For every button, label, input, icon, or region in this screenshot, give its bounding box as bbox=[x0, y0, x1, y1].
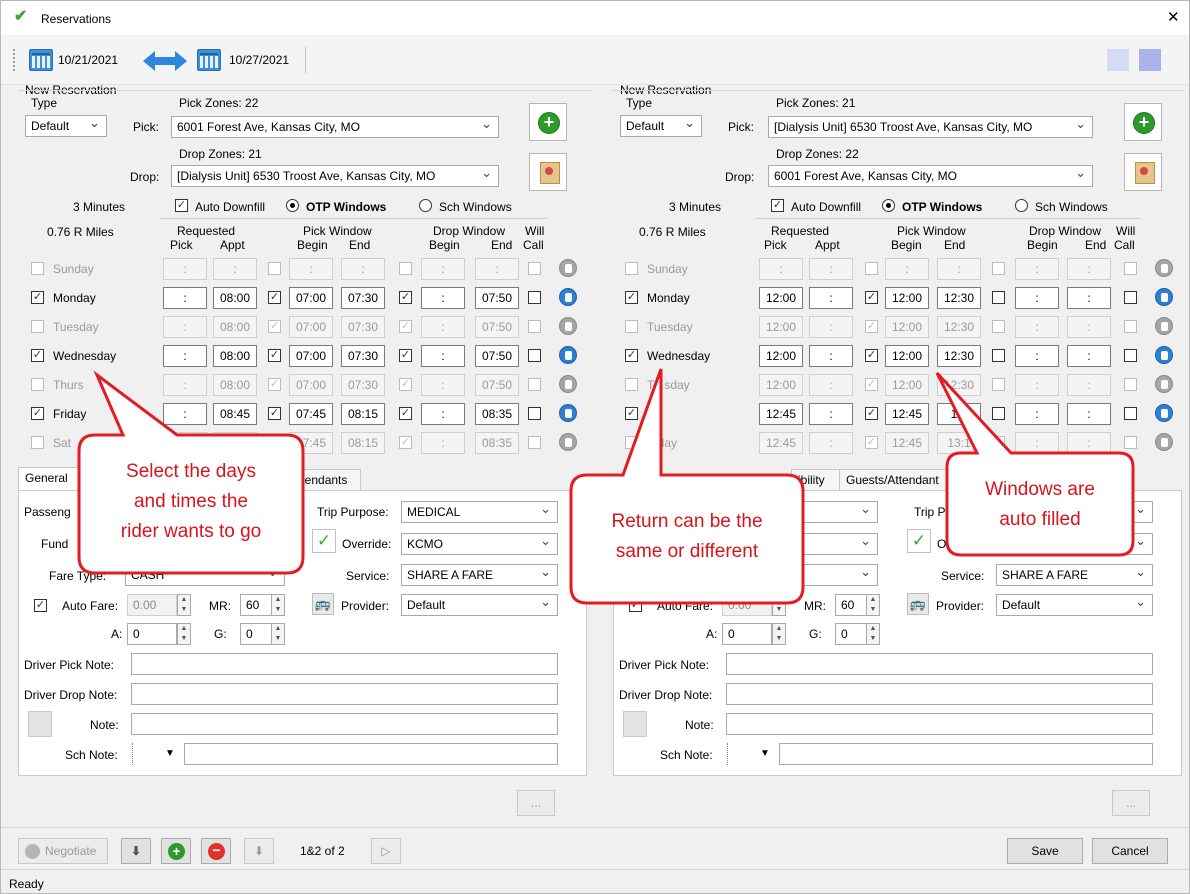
callout-line: Return can be the bbox=[611, 511, 763, 532]
callout-line: Windows are bbox=[985, 479, 1095, 500]
callout-select-days: Select the days and times the rider want… bbox=[81, 457, 301, 547]
callout-line: Select the days bbox=[126, 461, 256, 482]
callout-line: auto filled bbox=[999, 509, 1081, 530]
callout-return: Return can be the same or different bbox=[573, 507, 801, 567]
add-reservation-button[interactable]: + bbox=[529, 103, 567, 141]
reservations-window: ✔ Reservations ✕ 10/21/2021 10/27/2021 N… bbox=[0, 0, 1190, 894]
callout-shapes bbox=[77, 368, 1135, 605]
plus-icon: + bbox=[543, 112, 555, 132]
callout-line: same or different bbox=[615, 541, 759, 562]
callout-windows: Windows are auto filled bbox=[949, 475, 1131, 535]
add-reservation-button[interactable]: + bbox=[1124, 103, 1162, 141]
callout-line: and times the bbox=[133, 491, 249, 512]
plus-icon: + bbox=[1138, 112, 1150, 132]
callout-middle-shape bbox=[569, 368, 805, 605]
callout-line: rider wants to go bbox=[120, 521, 262, 542]
